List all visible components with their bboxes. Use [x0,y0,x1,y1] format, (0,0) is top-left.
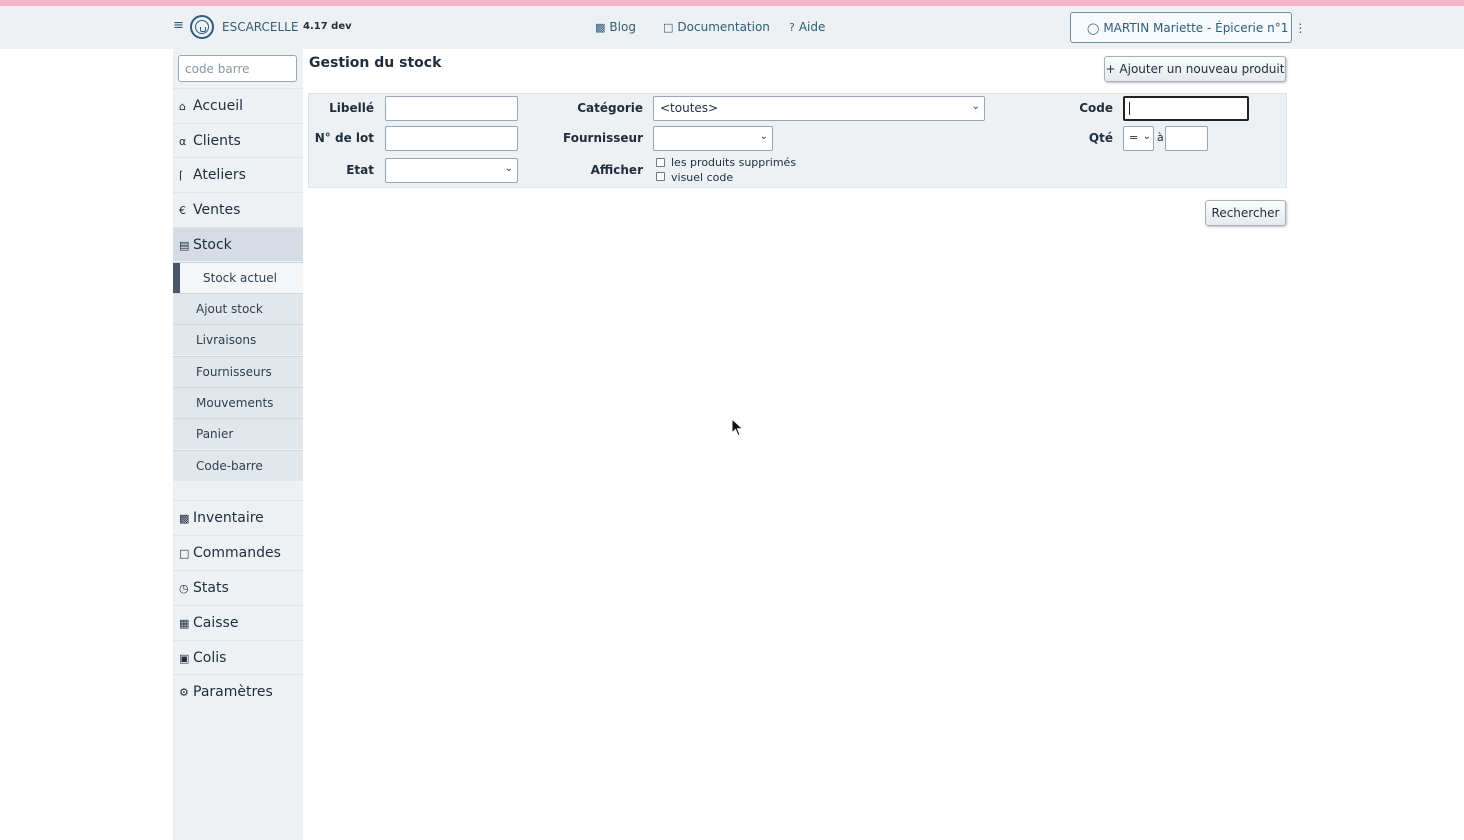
app-version: 4.17 dev [303,21,352,32]
visual-code-label: visuel code [671,171,734,184]
nav-documentation[interactable]: □ Documentation [663,20,770,34]
sidebar-item-caisse[interactable]: ▦ Caisse [173,605,303,639]
user-icon: ◯ [1087,22,1100,35]
euro-icon: € [179,204,186,217]
visual-code-checkbox[interactable] [656,172,665,181]
hamburger-menu-icon[interactable]: ≡ [173,19,185,32]
escarcelle-logo-icon[interactable] [190,15,214,39]
etat-select[interactable]: ⌄ [385,158,518,183]
fournisseur-label: Fournisseur [563,131,643,145]
deleted-products-label: les produits supprimés [671,156,797,169]
etat-label: Etat [346,163,374,177]
chevron-down-icon: ⌄ [1142,131,1151,142]
libelle-label: Libellé [329,101,374,115]
sidebar-item-stats[interactable]: ◷ Stats [173,570,303,604]
tools-icon: ⌈ [179,169,184,182]
qte-operator-select[interactable]: = ⌄ [1123,126,1154,151]
chevron-down-icon: ⌄ [971,101,980,112]
libelle-input[interactable] [385,96,518,121]
qte-to-label: à [1157,131,1164,144]
qte-value-input[interactable] [1165,126,1208,151]
lot-label: N° de lot [314,131,374,145]
categorie-label: Catégorie [577,101,643,115]
sidebar-item-accueil[interactable]: ⌂ Accueil [173,88,303,122]
sidebar-item-ventes[interactable]: € Ventes [173,192,303,226]
stock-icon: ▤ [179,239,190,252]
question-icon: ? [789,21,795,34]
bag-icon: □ [179,547,190,560]
sidebar-item-inventaire[interactable]: ▩ Inventaire [173,500,303,534]
deleted-products-checkbox[interactable] [656,158,665,167]
calculator-icon: ▦ [179,617,190,630]
nav-aide[interactable]: ? Aide [789,20,825,34]
search-button[interactable]: Rechercher [1205,200,1286,226]
fournisseur-select[interactable]: ⌄ [653,126,773,151]
sidebar-item-colis[interactable]: ▣ Colis [173,640,303,674]
sidebar-subitem-mouvements[interactable]: Mouvements [173,387,303,418]
sidebar-item-stock[interactable]: ▤ Stock [173,227,303,261]
nav-blog[interactable]: ▩ Blog [595,20,636,34]
kebab-menu-icon: ⋮ [1294,21,1307,35]
settings-icon: ⚙ [179,686,189,699]
code-label: Code [1079,101,1113,115]
sidebar-subitem-code-barre[interactable]: Code-barre [173,450,303,481]
afficher-label: Afficher [590,163,643,177]
clock-icon: ◷ [179,582,189,595]
user-menu-button[interactable]: ◯ MARTIN Mariette - Épicerie n°1 ⋮ [1070,12,1306,43]
sidebar-item-ateliers[interactable]: ⌈ Ateliers [173,157,303,191]
home-icon: ⌂ [179,100,186,113]
lot-input[interactable] [385,126,518,151]
chevron-down-icon: ⌄ [759,131,768,142]
chevron-down-icon: ⌄ [504,163,513,174]
barcode-search-input[interactable] [178,55,297,82]
app-name[interactable]: ESCARCELLE [222,20,298,34]
top-header: ≡ ESCARCELLE 4.17 dev ▩ Blog □ Documentati… [0,6,1464,49]
page-title: Gestion du stock [309,55,442,71]
book-icon: □ [663,21,674,34]
sidebar-subitem-livraisons[interactable]: Livraisons [173,324,303,355]
add-product-button[interactable]: + Ajouter un nouveau produit [1104,56,1286,82]
sidebar-item-clients[interactable]: α Clients [173,123,303,157]
package-icon: ▣ [179,652,190,665]
sidebar-item-parametres[interactable]: ⚙ Paramètres [173,674,303,708]
sidebar-item-commandes[interactable]: □ Commandes [173,535,303,569]
sidebar-subitem-fournisseurs[interactable]: Fournisseurs [173,356,303,387]
code-input[interactable] [1123,96,1249,121]
inventory-icon: ▩ [179,512,190,525]
sidebar-subitem-ajout-stock[interactable]: Ajout stock [173,293,303,324]
mouse-cursor-icon [731,418,744,437]
sitemap-icon: ▩ [595,21,606,34]
sidebar-subitem-stock-actuel[interactable]: Stock actuel [173,262,303,294]
qte-label: Qté [1088,131,1113,145]
categorie-select[interactable]: <toutes> ⌄ [653,96,985,121]
users-icon: α [179,135,187,148]
sidebar-subitem-panier[interactable]: Panier [173,418,303,449]
